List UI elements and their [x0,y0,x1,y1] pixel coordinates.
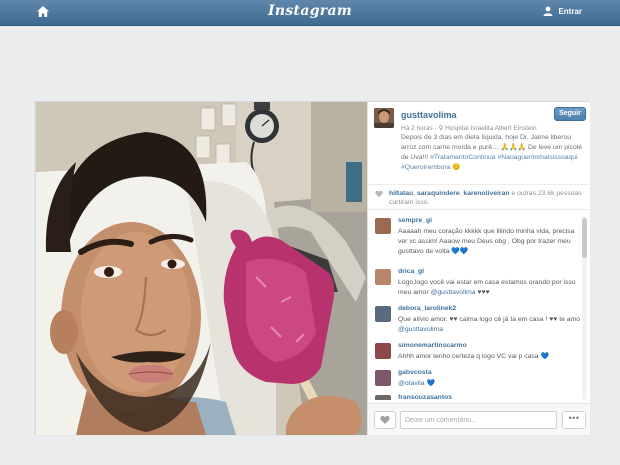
post-footer: ••• [368,403,590,435]
comment-body: Que alívio amor. ♥♥ calma logo cê já ta … [398,316,580,323]
comment-emoji: ♥♥♥ [475,289,490,296]
post-header: gusttavolima Seguir Há 2 horas · ⚲ Hospi… [368,102,590,180]
caption-emoji: 😊 [452,164,461,171]
scrollbar-thumb[interactable] [582,218,587,258]
post-caption: Depois de 3 dias em dieta líquida, hoje … [401,133,587,173]
heart-icon [380,415,390,424]
post-photo[interactable] [36,102,367,435]
avatar[interactable] [375,269,391,285]
liker-user[interactable]: hiltatau [389,190,413,197]
likes-summary: hiltatau, saraquindere, karenoliveiran e… [368,184,590,210]
like-button[interactable] [374,411,396,429]
avatar[interactable] [375,218,391,234]
likers-text: hiltatau, saraquindere, karenoliveiran e… [389,190,582,206]
login-label: Entrar [558,6,582,16]
comment-mention[interactable]: @gusttavolima [430,289,475,296]
comment-text: Que alívio amor. ♥♥ calma logo cê já ta … [398,315,580,335]
post-meta: Há 2 horas · ⚲ Hospital Israelita Albert… [401,124,537,132]
comments-list: sempre_gi Aaaaah meu coração kkkkk que l… [368,214,590,400]
liker-user[interactable]: saraquindere [417,190,460,197]
post-sidebar: gusttavolima Seguir Há 2 horas · ⚲ Hospi… [367,102,590,435]
comment-emoji: 💙 [424,380,435,387]
avatar[interactable] [375,306,391,322]
comment-text: Aaaaah meu coração kkkkk que lliindo min… [398,228,575,255]
avatar[interactable] [375,343,391,359]
heart-icon [375,190,383,198]
comment-username[interactable]: sempre_gi [398,217,432,224]
follow-button[interactable]: Seguir [554,107,586,121]
post-card: gusttavolima Seguir Há 2 horas · ⚲ Hospi… [35,101,590,435]
comment-text: Logo,logo você vai estar em casa estamos… [398,278,580,298]
avatar[interactable] [374,108,394,128]
comment-username[interactable]: simonemartinscarmo [398,342,467,349]
user-icon [543,6,553,16]
instagram-logo[interactable]: Instagram [0,3,620,19]
comment-username[interactable]: gabvcosta [398,369,432,376]
post-username[interactable]: gusttavolima [401,110,457,120]
more-options-button[interactable]: ••• [562,411,586,429]
comment-mention[interactable]: @gusttavolima [398,326,443,333]
comment-username[interactable]: drica_gl [398,268,424,275]
avatar[interactable] [375,395,391,400]
comment-username[interactable]: debora_larolinek2 [398,305,456,312]
post-location[interactable]: Hospital Israelita Albert Einstein [445,125,536,132]
comment-text: Ahhh amor tenho certeza q logo VC vai p … [398,353,549,360]
comment-input[interactable] [400,411,557,429]
location-pin-icon: · ⚲ [434,125,446,132]
comment-mention[interactable]: @otavila [398,380,425,387]
comments-scrollbar[interactable] [582,216,587,400]
caption-hashtags[interactable]: #TratamentoContinua #Naoaguentomaisissoa… [401,154,578,171]
comment-text: @otavila 💙 [398,379,580,389]
avatar[interactable] [375,370,391,386]
post-time: Há 2 horas [401,125,433,132]
liker-user[interactable]: karenoliveiran [463,190,509,197]
login-button[interactable]: Entrar [543,6,582,16]
comment-username[interactable]: fransouzasantos [398,394,452,400]
top-bar: Instagram Entrar [0,0,620,26]
